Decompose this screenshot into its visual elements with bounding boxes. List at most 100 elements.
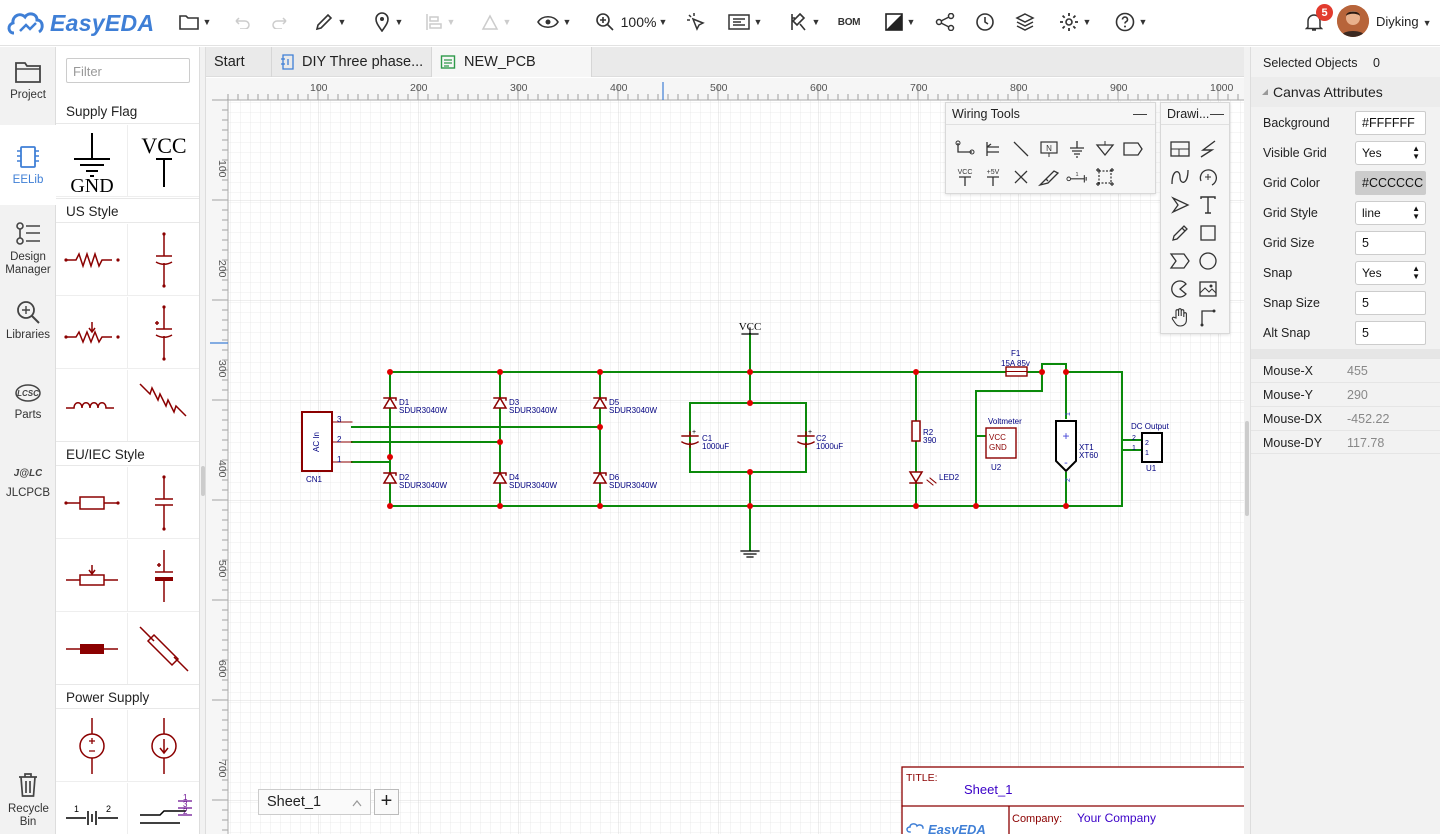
snap-select[interactable]: Yes ▲ ▼ bbox=[1355, 261, 1426, 285]
lib-vcc-symbol[interactable]: VCC bbox=[128, 125, 199, 197]
pin-tool-button[interactable]: 1 bbox=[1066, 166, 1088, 188]
minimize-drawing-tools-button[interactable]: — bbox=[1210, 105, 1224, 121]
lib-us-polarized-capacitor[interactable] bbox=[128, 297, 199, 369]
lib-current-source[interactable] bbox=[128, 710, 199, 782]
lib-eu-potentiometer[interactable] bbox=[56, 540, 128, 612]
share-button[interactable] bbox=[934, 10, 956, 34]
lib-battery[interactable]: 12 bbox=[56, 783, 128, 834]
frame-tool-button[interactable] bbox=[1169, 138, 1191, 160]
polyline-tool-button[interactable] bbox=[1197, 138, 1219, 160]
theme-menu-button[interactable]: ▼ bbox=[878, 10, 922, 34]
zoom-menu-button[interactable]: 100% ▼ bbox=[590, 10, 672, 34]
wire-tool-button[interactable] bbox=[954, 138, 976, 160]
align-menu-button[interactable]: ▼ bbox=[420, 10, 460, 34]
lib-eu-resistor[interactable] bbox=[56, 467, 128, 539]
nav-jlcpcb[interactable]: J@LC JLCPCB bbox=[0, 461, 56, 507]
tab-new-pcb[interactable]: NEW_PCB bbox=[432, 47, 592, 77]
lib-eu-variable-resistor[interactable] bbox=[128, 613, 199, 685]
freehand-tool-button[interactable] bbox=[1169, 222, 1191, 244]
tools-menu-button[interactable]: ▼ bbox=[784, 10, 824, 34]
lib-eu-polarized-capacitor[interactable] bbox=[128, 540, 199, 612]
ground-tool-button[interactable] bbox=[1066, 138, 1088, 160]
pen-menu-button[interactable]: ▼ bbox=[310, 10, 350, 34]
help-menu-button[interactable]: ▼ bbox=[1110, 10, 1152, 34]
no-connect-tool-button[interactable] bbox=[1010, 166, 1032, 188]
rectangle-tool-button[interactable] bbox=[1197, 222, 1219, 244]
plus5v-tool-button[interactable]: +5V bbox=[982, 166, 1004, 188]
layers-button[interactable] bbox=[1014, 10, 1036, 34]
section-divider bbox=[1251, 349, 1440, 358]
polygon-tool-button[interactable] bbox=[1169, 250, 1191, 272]
netflag-tool-button[interactable] bbox=[1122, 138, 1144, 160]
grid-color-input[interactable]: #CCCCCC bbox=[1355, 171, 1426, 195]
nav-design-manager[interactable]: Design Manager bbox=[0, 221, 56, 283]
location-menu-button[interactable]: ▼ bbox=[368, 10, 408, 34]
alt-snap-input[interactable]: 5 bbox=[1355, 321, 1426, 345]
filter-input[interactable]: Filter bbox=[66, 58, 190, 83]
splitter-grip[interactable] bbox=[201, 466, 205, 496]
wiring-tools-header[interactable]: Wiring Tools — bbox=[946, 103, 1155, 125]
lib-eu-filled-resistor[interactable] bbox=[56, 613, 128, 685]
netlabel-tool-button[interactable]: N bbox=[1038, 138, 1060, 160]
view-menu-button[interactable]: ▼ bbox=[532, 10, 576, 34]
pan-tool-button[interactable] bbox=[1169, 306, 1191, 328]
line-tool-button[interactable] bbox=[1010, 138, 1032, 160]
design-menu-button[interactable]: ▼ bbox=[724, 10, 766, 34]
snap-size-input[interactable]: 5 bbox=[1355, 291, 1426, 315]
lib-voltage-source[interactable] bbox=[56, 710, 128, 782]
nav-parts[interactable]: LCSC Parts bbox=[0, 381, 56, 427]
title-block[interactable]: TITLE: Sheet_1 Company: Your Company Eas… bbox=[901, 766, 1244, 834]
lib-us-capacitor[interactable] bbox=[128, 224, 199, 296]
lib-us-inductor[interactable] bbox=[56, 370, 128, 442]
minimize-wiring-tools-button[interactable]: — bbox=[1133, 105, 1147, 121]
history-button[interactable] bbox=[974, 10, 996, 34]
vcc-tool-button[interactable]: VCC bbox=[954, 166, 976, 188]
arc-tool-button[interactable] bbox=[1197, 166, 1219, 188]
grid-style-select[interactable]: line ▲ ▼ bbox=[1355, 201, 1426, 225]
netport-tool-button[interactable] bbox=[1094, 138, 1116, 160]
group-tool-button[interactable] bbox=[1094, 166, 1116, 188]
settings-menu-button[interactable]: ▼ bbox=[1054, 10, 1096, 34]
arrow-tool-button[interactable] bbox=[1169, 194, 1191, 216]
ellipse-tool-button[interactable] bbox=[1197, 250, 1219, 272]
folder-menu-button[interactable]: ▼ bbox=[174, 10, 216, 34]
lib-eu-capacitor[interactable] bbox=[128, 467, 199, 539]
lib-connector[interactable]: 132 bbox=[128, 783, 199, 834]
lib-us-resistor[interactable] bbox=[56, 224, 128, 296]
lib-us-thermistor[interactable] bbox=[128, 370, 199, 442]
pie-tool-button[interactable] bbox=[1169, 278, 1191, 300]
vcc-flag[interactable]: VCC bbox=[739, 321, 762, 335]
app-logo[interactable]: EasyEDA bbox=[6, 6, 154, 40]
canvas-attributes-header[interactable]: Canvas Attributes bbox=[1251, 77, 1440, 107]
lib-gnd-symbol[interactable]: GND bbox=[56, 125, 128, 197]
undo-button[interactable] bbox=[230, 10, 252, 34]
image-tool-button[interactable] bbox=[1197, 278, 1219, 300]
probe-tool-button[interactable] bbox=[1038, 166, 1060, 188]
drawing-tools-header[interactable]: Drawi... — bbox=[1161, 103, 1229, 125]
text-tool-button[interactable] bbox=[1197, 194, 1219, 216]
add-sheet-button[interactable]: + bbox=[374, 789, 399, 815]
svg-text:J@LC: J@LC bbox=[14, 468, 42, 479]
nav-eelib[interactable]: EELib bbox=[0, 125, 56, 205]
dimension-tool-button[interactable] bbox=[1197, 306, 1219, 328]
tab-start[interactable]: Start bbox=[206, 47, 272, 77]
avatar[interactable] bbox=[1337, 5, 1369, 37]
grid-size-input[interactable]: 5 bbox=[1355, 231, 1426, 255]
sheet-tab[interactable]: Sheet_1 bbox=[258, 789, 371, 815]
visible-grid-select[interactable]: Yes ▲ ▼ bbox=[1355, 141, 1426, 165]
splitter-grip[interactable] bbox=[1245, 421, 1249, 516]
nav-recycle-bin[interactable]: Recycle Bin bbox=[0, 771, 56, 831]
rotate-menu-button[interactable]: ▼ bbox=[476, 10, 516, 34]
bom-button[interactable]: BOM bbox=[836, 10, 862, 34]
tab-schematic[interactable]: DIY Three phase... bbox=[272, 47, 432, 77]
nav-project[interactable]: Project bbox=[0, 59, 56, 123]
nav-libraries[interactable]: Libraries bbox=[0, 299, 56, 349]
cursor-tool-button[interactable] bbox=[684, 10, 708, 34]
lib-us-potentiometer[interactable] bbox=[56, 297, 128, 369]
schematic-canvas[interactable]: 100 200 300 400 500 600 700 800 900 1000 100 200 30… bbox=[206, 78, 1244, 834]
bezier-tool-button[interactable] bbox=[1169, 166, 1191, 188]
bus-tool-button[interactable] bbox=[982, 138, 1004, 160]
redo-button[interactable] bbox=[270, 10, 292, 34]
user-menu[interactable]: Diyking ▼ bbox=[1376, 14, 1432, 29]
background-input[interactable]: #FFFFFF bbox=[1355, 111, 1426, 135]
